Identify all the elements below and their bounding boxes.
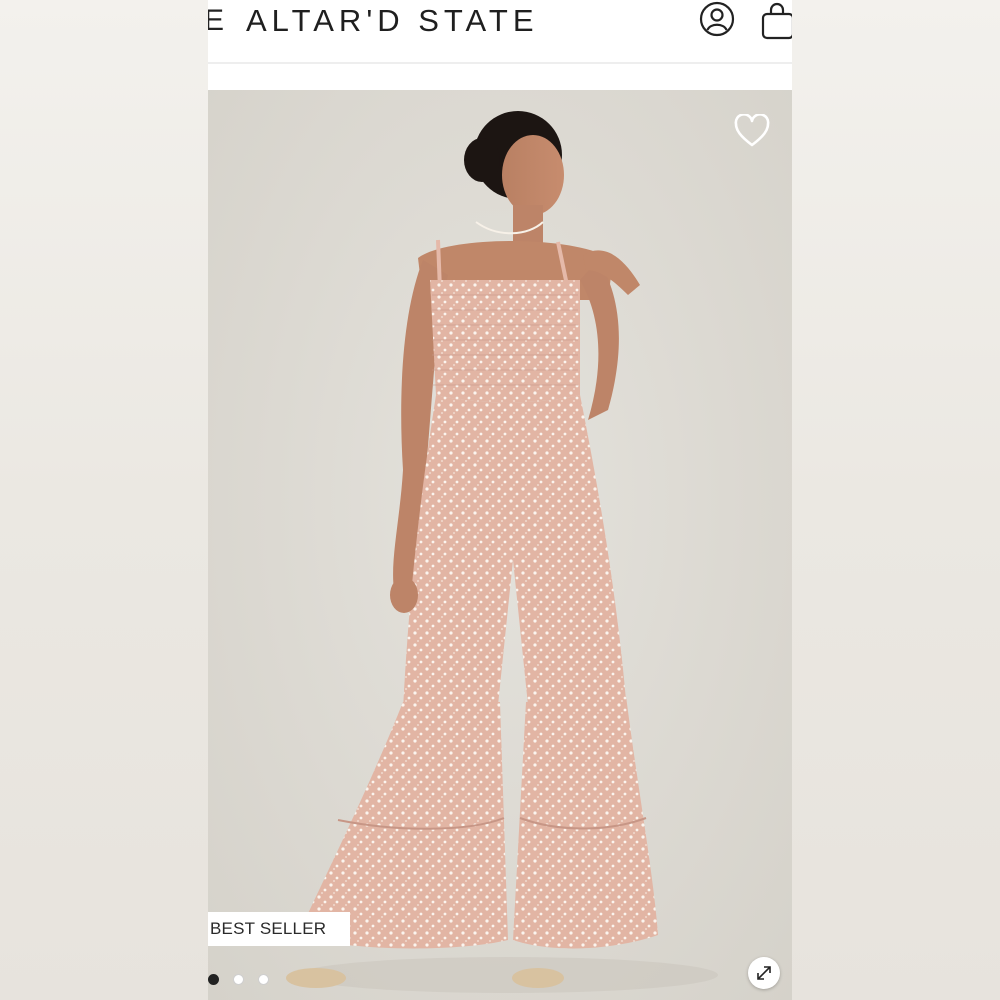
brand-logo[interactable]: ALTAR'D STATE — [246, 3, 539, 39]
carousel-dot-1[interactable] — [208, 973, 219, 985]
product-photo — [286, 111, 718, 993]
header-divider — [208, 62, 792, 64]
expand-arrows-icon[interactable] — [748, 957, 780, 989]
menu-fragment: E — [208, 4, 227, 37]
site-header: E ALTAR'D STATE — [208, 0, 792, 62]
best-seller-badge: BEST SELLER — [208, 912, 351, 946]
shopping-bag-icon[interactable] — [760, 0, 792, 40]
carousel-dot-3[interactable] — [258, 973, 269, 985]
product-image-carousel[interactable]: BEST SELLER — [208, 90, 792, 1000]
carousel-pagination — [208, 972, 269, 986]
right-backdrop — [792, 0, 1000, 1000]
carousel-dot-2[interactable] — [233, 973, 244, 985]
account-icon[interactable] — [698, 0, 736, 38]
mobile-screen: E ALTAR'D STATE BEST SELLER — [208, 0, 792, 1000]
left-backdrop — [0, 0, 208, 1000]
heart-outline-icon[interactable] — [734, 113, 770, 148]
